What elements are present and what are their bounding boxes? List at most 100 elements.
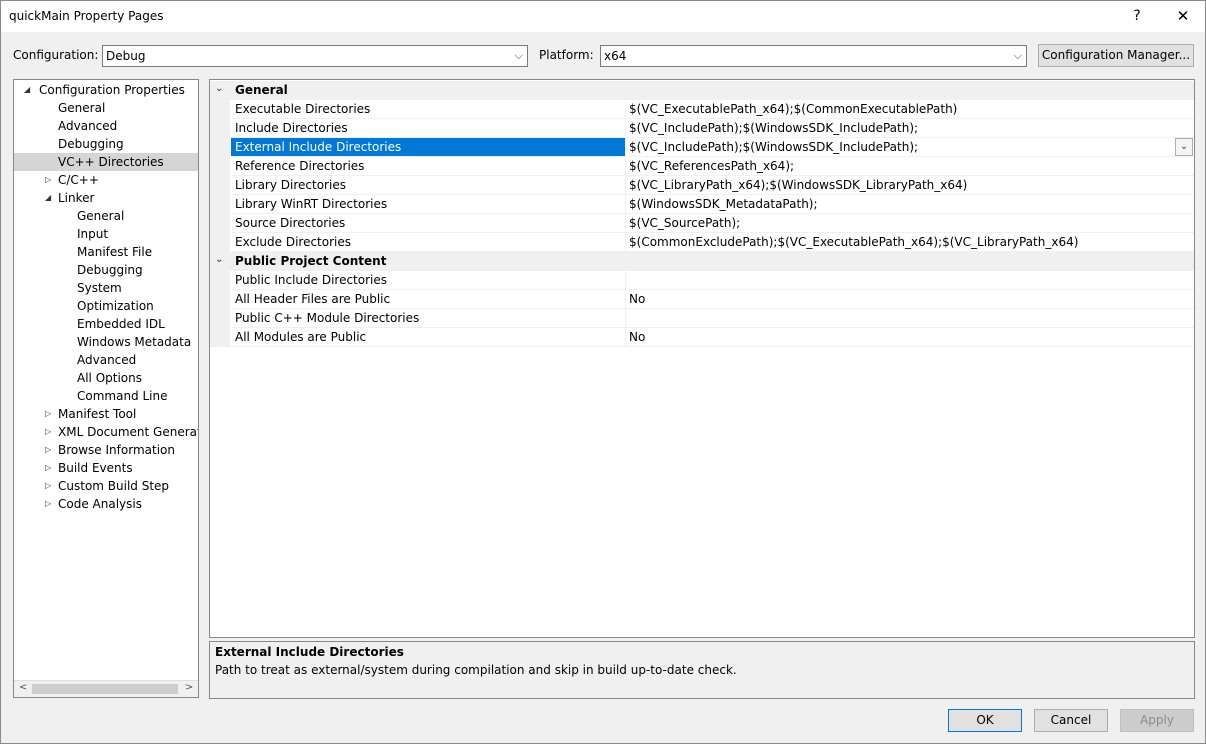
row-gutter [210, 233, 230, 252]
tree-item[interactable]: Command Line [14, 387, 198, 405]
property-pages-dialog: quickMain Property Pages ? ✕ Configurati… [0, 0, 1206, 744]
expand-arrow-icon[interactable]: ▷ [45, 441, 55, 459]
tree-item-label: Input [77, 227, 109, 241]
apply-button[interactable]: Apply [1120, 709, 1194, 732]
expand-arrow-icon[interactable]: ▷ [45, 495, 55, 513]
tree-item[interactable]: Embedded IDL [14, 315, 198, 333]
property-row[interactable]: Library Directories $(VC_LibraryPath_x64)… [210, 176, 1194, 195]
property-row[interactable]: Exclude Directories $(CommonExcludePath);… [210, 233, 1194, 252]
property-value[interactable]: $(VC_IncludePath);$(WindowsSDK_IncludePa… [626, 119, 1194, 138]
tree-item[interactable]: ▷ C/C++ [14, 171, 198, 189]
tree-item[interactable]: ▷ Manifest Tool [14, 405, 198, 423]
property-value[interactable]: $(VC_SourcePath); [626, 214, 1194, 233]
tree-item[interactable]: Advanced [14, 117, 198, 135]
tree-item[interactable]: ◢ Configuration Properties [14, 81, 198, 99]
platform-label: Platform: [539, 48, 594, 62]
tree-item-label: Code Analysis [58, 497, 142, 511]
property-name: Reference Directories [231, 157, 626, 176]
collapse-arrow-icon[interactable]: ◢ [24, 81, 34, 99]
property-row[interactable]: Source Directories $(VC_SourcePath); [210, 214, 1194, 233]
tree-item-label: Advanced [58, 119, 118, 133]
ok-button[interactable]: OK [948, 709, 1022, 732]
collapse-arrow-icon[interactable]: ◢ [45, 189, 55, 207]
scroll-right-icon[interactable]: > [185, 682, 193, 693]
property-category[interactable]: ⌄ General [210, 81, 1194, 100]
row-gutter [210, 271, 230, 290]
tree-item[interactable]: Windows Metadata [14, 333, 198, 351]
tree-item-label: General [77, 209, 125, 223]
tree-item[interactable]: ▷ Code Analysis [14, 495, 198, 513]
configuration-manager-button[interactable]: Configuration Manager... [1038, 44, 1194, 67]
property-row[interactable]: Executable Directories $(VC_ExecutablePat… [210, 100, 1194, 119]
tree-item[interactable]: ▷ Custom Build Step [14, 477, 198, 495]
tree-item[interactable]: Optimization [14, 297, 198, 315]
property-name: Executable Directories [231, 100, 626, 119]
close-button[interactable]: ✕ [1163, 1, 1203, 32]
tree-item[interactable]: ▷ Build Events [14, 459, 198, 477]
scroll-left-icon[interactable]: < [19, 682, 27, 693]
property-value[interactable]: No [626, 290, 1194, 309]
tree-item-label: Custom Build Step [58, 479, 170, 493]
tree-item[interactable]: Input [14, 225, 198, 243]
configuration-value: Debug [106, 49, 146, 63]
property-value[interactable]: $(VC_IncludePath);$(WindowsSDK_IncludePa… [626, 138, 1194, 157]
property-grid: ⌄ General Executable Directories $(VC_Execu… [209, 79, 1195, 638]
property-row[interactable]: External Include Directories $(VC_Include… [210, 138, 1194, 157]
value-dropdown-button[interactable]: ⌄ [1175, 138, 1193, 156]
tree-item[interactable]: General [14, 99, 198, 117]
property-name: Public C++ Module Directories [231, 309, 626, 328]
tree-item-label: Manifest Tool [58, 407, 137, 421]
property-value[interactable] [626, 309, 1194, 328]
tree-horizontal-scrollbar[interactable]: < > [14, 680, 198, 697]
property-value[interactable]: $(VC_ExecutablePath_x64);$(CommonExecuta… [626, 100, 1194, 119]
property-value[interactable]: $(CommonExcludePath);$(VC_ExecutablePath… [626, 233, 1194, 252]
tree-item-label: Build Events [58, 461, 133, 475]
tree-item[interactable]: Debugging [14, 135, 198, 153]
row-gutter [210, 100, 230, 119]
tree-item[interactable]: Advanced [14, 351, 198, 369]
expand-arrow-icon[interactable]: ▷ [45, 459, 55, 477]
tree-item[interactable]: Debugging [14, 261, 198, 279]
cancel-button[interactable]: Cancel [1034, 709, 1108, 732]
property-row[interactable]: All Modules are Public No [210, 328, 1194, 347]
configuration-label: Configuration: [13, 48, 99, 62]
property-row[interactable]: Include Directories $(VC_IncludePath);$(W… [210, 119, 1194, 138]
tree-item[interactable]: ▷ XML Document Generator [14, 423, 198, 441]
property-value[interactable]: $(WindowsSDK_MetadataPath); [626, 195, 1194, 214]
scrollbar-thumb[interactable] [32, 684, 178, 694]
row-gutter [210, 138, 230, 157]
description-title: External Include Directories [215, 645, 404, 659]
property-value[interactable] [626, 271, 1194, 290]
tree-item[interactable]: ▷ Browse Information [14, 441, 198, 459]
configuration-select[interactable]: Debug ⌵ [102, 45, 528, 67]
platform-select[interactable]: x64 ⌵ [600, 45, 1027, 67]
property-row[interactable]: Public Include Directories [210, 271, 1194, 290]
tree-item[interactable]: Manifest File [14, 243, 198, 261]
help-button[interactable]: ? [1117, 1, 1157, 32]
property-row[interactable]: All Header Files are Public No [210, 290, 1194, 309]
property-category[interactable]: ⌄ Public Project Content [210, 252, 1194, 271]
property-value[interactable]: $(VC_ReferencesPath_x64); [626, 157, 1194, 176]
property-row[interactable]: Public C++ Module Directories [210, 309, 1194, 328]
property-row[interactable]: Reference Directories $(VC_ReferencesPath… [210, 157, 1194, 176]
property-row[interactable]: Library WinRT Directories $(WindowsSDK_Me… [210, 195, 1194, 214]
tree-item[interactable]: ◢ Linker [14, 189, 198, 207]
row-gutter [210, 214, 230, 233]
collapse-arrow-icon[interactable]: ⌄ [215, 254, 223, 265]
tree-item[interactable]: VC++ Directories [14, 153, 198, 171]
tree-item[interactable]: General [14, 207, 198, 225]
expand-arrow-icon[interactable]: ▷ [45, 405, 55, 423]
property-name: All Modules are Public [231, 328, 626, 347]
property-value[interactable]: No [626, 328, 1194, 347]
expand-arrow-icon[interactable]: ▷ [45, 171, 55, 189]
tree-item[interactable]: All Options [14, 369, 198, 387]
description-text: Path to treat as external/system during … [215, 663, 737, 677]
tree-item[interactable]: System [14, 279, 198, 297]
collapse-arrow-icon[interactable]: ⌄ [215, 83, 223, 94]
tree-item-label: General [58, 101, 106, 115]
expand-arrow-icon[interactable]: ▷ [45, 423, 55, 441]
chevron-down-icon: ⌵ [514, 49, 523, 62]
row-gutter [210, 119, 230, 138]
expand-arrow-icon[interactable]: ▷ [45, 477, 55, 495]
property-value[interactable]: $(VC_LibraryPath_x64);$(WindowsSDK_Libra… [626, 176, 1194, 195]
